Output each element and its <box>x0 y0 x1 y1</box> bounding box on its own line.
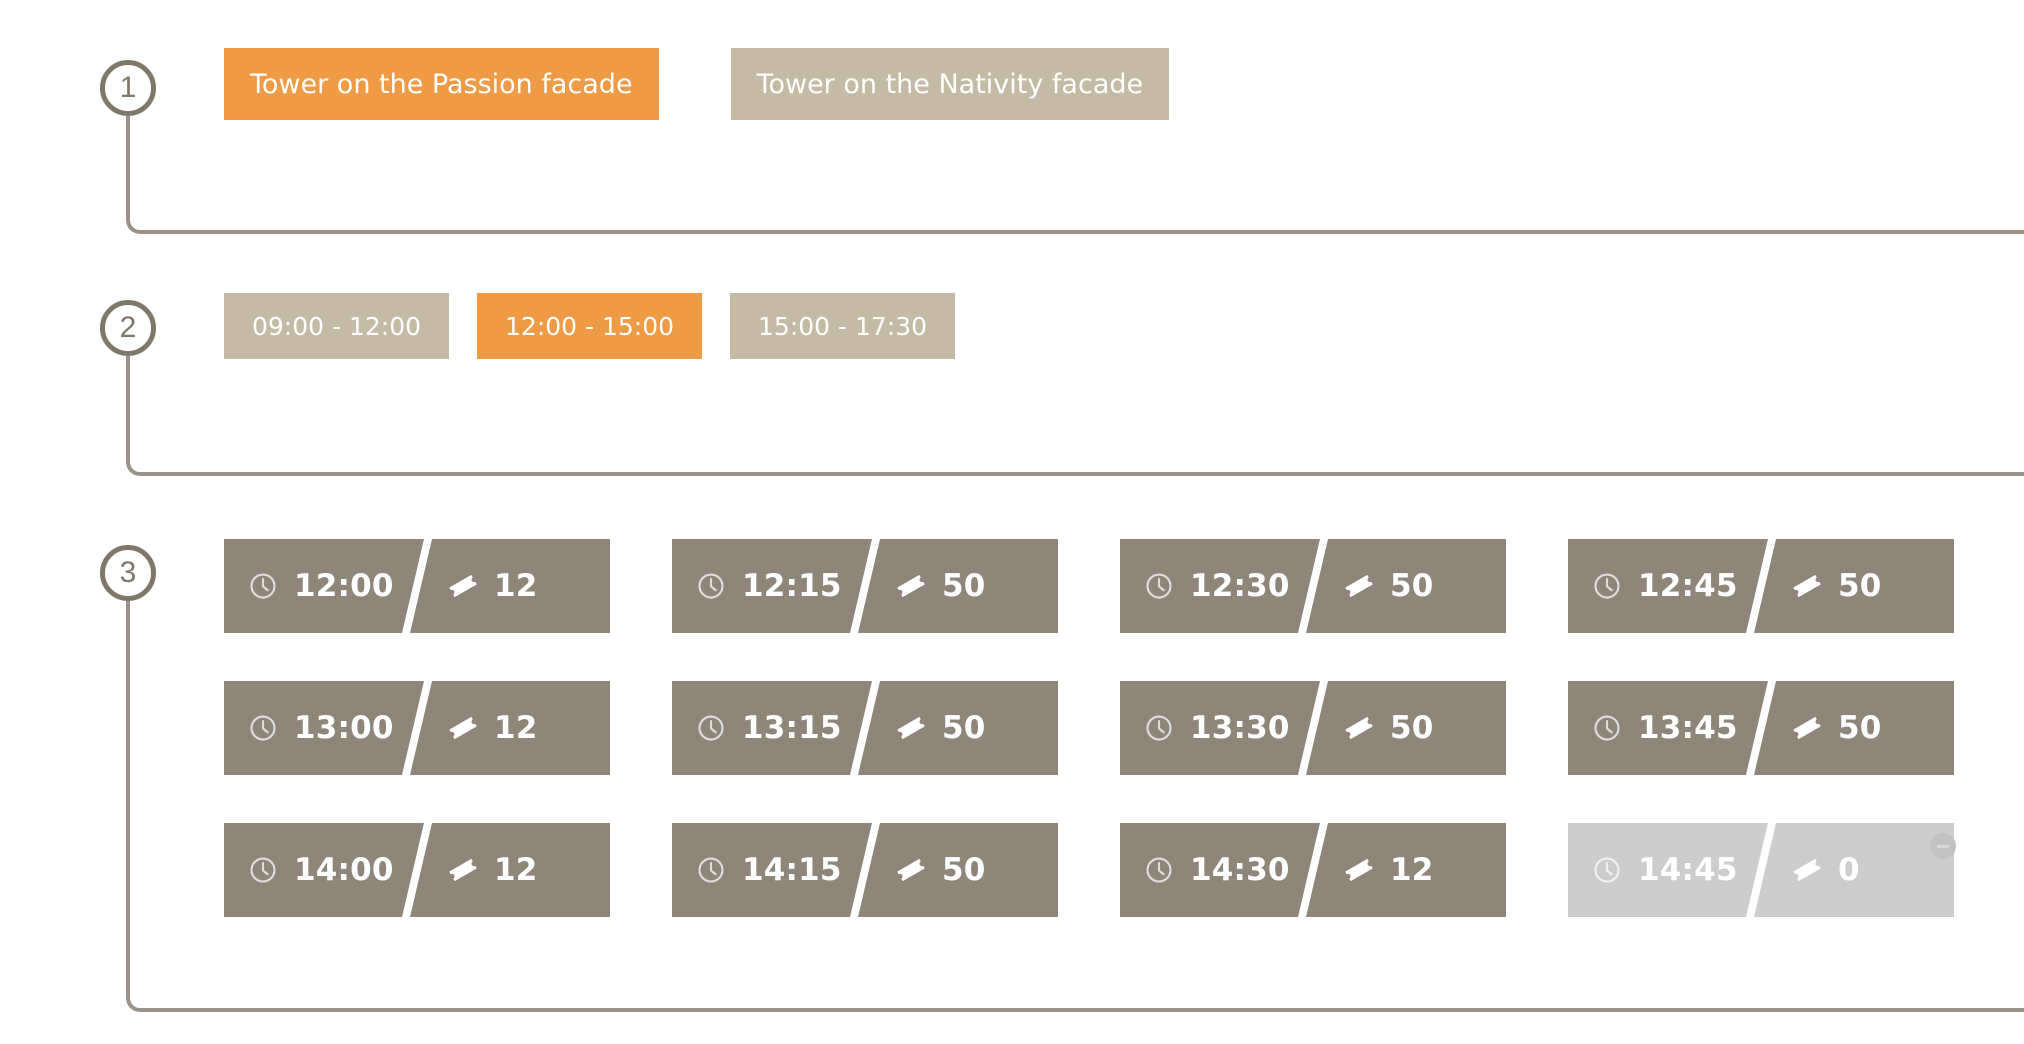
timeslot-tickets-count: 50 <box>942 567 986 604</box>
step-1-marker: 1 <box>100 60 156 116</box>
time-range-option-1500-1730-label: 15:00 - 17:30 <box>758 311 928 341</box>
timeslot-time-label: 12:15 <box>742 567 842 604</box>
ticket-icon <box>897 574 925 598</box>
step-3-marker: 3 <box>100 545 156 601</box>
clock-icon <box>248 571 278 601</box>
facade-option-passion-label: Tower on the Passion facade <box>250 68 633 100</box>
time-range-option-row: 09:00 - 12:00 12:00 - 15:00 15:00 - 17:3… <box>224 293 983 359</box>
time-range-option-1200-1500-label: 12:00 - 15:00 <box>505 311 675 341</box>
step-1-number: 1 <box>119 71 137 104</box>
timeslot-tickets-count: 50 <box>1838 567 1882 604</box>
ticket-icon <box>449 574 477 598</box>
time-range-option-1200-1500[interactable]: 12:00 - 15:00 <box>477 293 703 359</box>
step-1-connector <box>126 116 2024 234</box>
step-3-connector <box>126 601 2024 1012</box>
timeslot-time-label: 12:30 <box>1190 567 1290 604</box>
timeslot-time-label: 12:00 <box>294 567 394 604</box>
step-3-number: 3 <box>119 556 137 589</box>
clock-icon <box>696 571 726 601</box>
facade-option-nativity-label: Tower on the Nativity facade <box>756 68 1144 100</box>
time-range-option-0900-1200[interactable]: 09:00 - 12:00 <box>224 293 450 359</box>
ticket-icon <box>1793 574 1821 598</box>
timeslot-tickets-count: 12 <box>494 567 538 604</box>
facade-option-row: Tower on the Passion facade Tower on the… <box>224 48 1241 120</box>
step-2-marker: 2 <box>100 300 156 356</box>
timeslot-tickets-count: 50 <box>1390 567 1434 604</box>
ticket-icon <box>1345 574 1373 598</box>
facade-option-nativity[interactable]: Tower on the Nativity facade <box>730 48 1170 120</box>
clock-icon <box>1592 571 1622 601</box>
clock-icon <box>1144 571 1174 601</box>
facade-option-passion[interactable]: Tower on the Passion facade <box>224 48 659 120</box>
timeslot-time-label: 12:45 <box>1638 567 1738 604</box>
step-2-number: 2 <box>119 311 137 344</box>
step-2-connector <box>126 356 2024 476</box>
time-range-option-0900-1200-label: 09:00 - 12:00 <box>252 311 422 341</box>
time-range-option-1500-1730[interactable]: 15:00 - 17:30 <box>730 293 956 359</box>
